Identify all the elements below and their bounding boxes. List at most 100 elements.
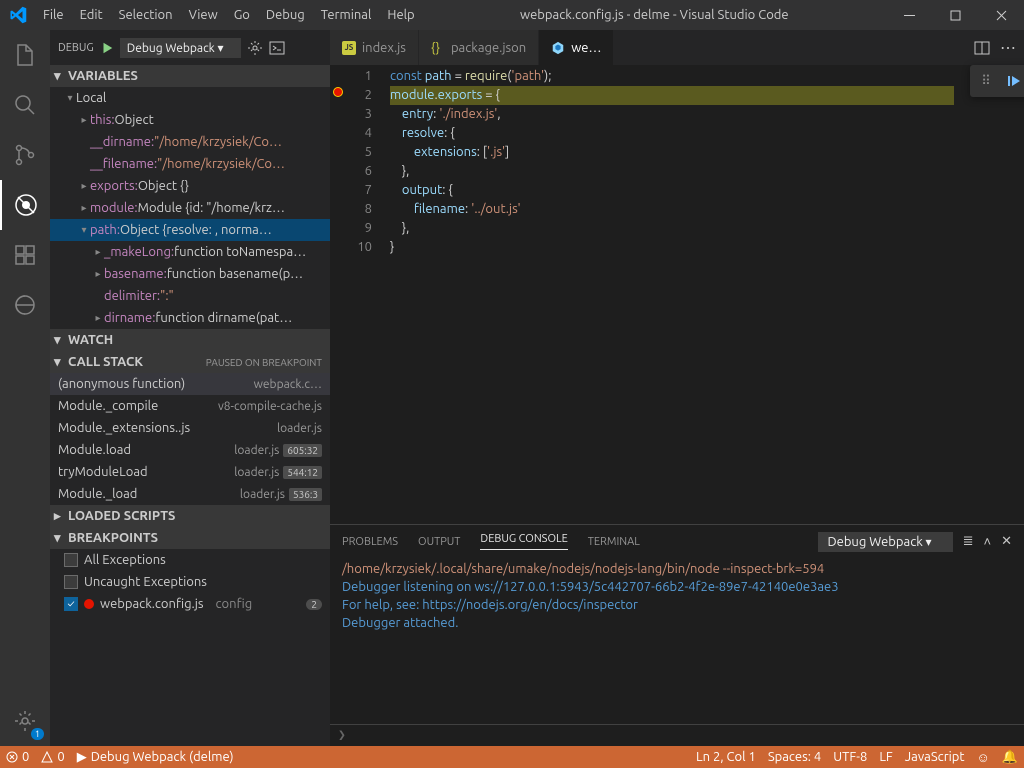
menu-view[interactable]: View (181, 0, 226, 30)
json-icon: {} (431, 41, 445, 55)
variable-row[interactable]: ▾path: Object {resolve: , norma… (50, 219, 330, 241)
start-debug-button[interactable] (100, 41, 114, 55)
drag-handle-icon[interactable]: ⠿ (973, 68, 999, 94)
status-encoding[interactable]: UTF-8 (827, 750, 873, 765)
status-bar: 0 0 ▶ Debug Webpack (delme) Ln 2, Col 1 … (0, 746, 1024, 768)
live-share-icon[interactable] (0, 280, 50, 330)
close-panel-icon[interactable]: ✕ (1001, 534, 1012, 549)
variable-row[interactable]: __filename: "/home/krzysiek/Co… (50, 153, 330, 175)
menu-debug[interactable]: Debug (258, 0, 313, 30)
callstack-header[interactable]: ▾CALL STACKPAUSED ON BREAKPOINT (50, 351, 330, 373)
debug-console-output[interactable]: /home/krzysiek/.local/share/umake/nodejs… (330, 558, 1024, 724)
menu-go[interactable]: Go (226, 0, 258, 30)
breakpoint-dot-icon (84, 599, 94, 609)
line-gutter: 1 2 3 4 5 6 7 8 9 10 (330, 65, 390, 524)
variable-row[interactable]: ▸basename: function basename(p… (50, 263, 330, 285)
variables-header[interactable]: ▾VARIABLES (50, 65, 330, 87)
webpack-icon (551, 41, 565, 55)
status-cursor[interactable]: Ln 2, Col 1 (690, 750, 762, 765)
status-warnings[interactable]: 0 (35, 750, 70, 764)
status-debug[interactable]: ▶ Debug Webpack (delme) (71, 750, 240, 765)
breakpoints-header[interactable]: ▾BREAKPOINTS (50, 527, 330, 549)
checkbox[interactable] (64, 575, 78, 589)
stack-frame[interactable]: Module._loadloader.js536:3 (50, 483, 330, 505)
extensions-icon[interactable] (0, 230, 50, 280)
debug-config-select[interactable]: Debug Webpack ▾ (120, 38, 241, 58)
explorer-icon[interactable] (0, 30, 50, 80)
status-spaces[interactable]: Spaces: 4 (762, 750, 827, 765)
collapse-panel-icon[interactable]: ˄ (984, 534, 992, 549)
tab-webpack-config[interactable]: we… (539, 30, 614, 65)
window-title: webpack.config.js - delme - Visual Studi… (423, 8, 886, 22)
tab-index-js[interactable]: JSindex.js (330, 30, 419, 65)
debug-toolbar[interactable]: ⠿ (970, 65, 1024, 97)
breakpoint-marker-icon[interactable] (333, 87, 343, 97)
notifications-icon[interactable]: 🔔 (996, 750, 1024, 765)
variable-row[interactable]: ▸exports: Object {} (50, 175, 330, 197)
menu-bar: File Edit Selection View Go Debug Termin… (35, 0, 423, 30)
code-content[interactable]: const path = require('path'); module.exp… (390, 65, 954, 524)
breakpoint-all-exceptions[interactable]: All Exceptions (50, 549, 330, 571)
variable-row[interactable]: delimiter: ":" (50, 285, 330, 307)
close-button[interactable] (978, 0, 1024, 30)
stack-frame[interactable]: (anonymous function)webpack.c… (50, 373, 330, 395)
checkbox[interactable] (64, 553, 78, 567)
menu-edit[interactable]: Edit (72, 0, 111, 30)
settings-gear-icon[interactable]: 1 (0, 696, 50, 746)
window-controls (886, 0, 1024, 30)
debug-icon[interactable] (0, 180, 50, 230)
tab-output[interactable]: OUTPUT (418, 536, 460, 548)
vscode-logo-icon (0, 6, 35, 24)
maximize-button[interactable] (932, 0, 978, 30)
tab-problems[interactable]: PROBLEMS (342, 536, 398, 548)
loaded-scripts-header[interactable]: ▸LOADED SCRIPTS (50, 505, 330, 527)
scope-local[interactable]: ▾Local (50, 87, 330, 109)
breakpoint-file[interactable]: ✓webpack.config.jsconfig2 (50, 593, 330, 615)
titlebar: File Edit Selection View Go Debug Termin… (0, 0, 1024, 30)
debug-console-icon[interactable] (269, 40, 285, 56)
menu-selection[interactable]: Selection (111, 0, 181, 30)
minimize-button[interactable] (886, 0, 932, 30)
watch-header[interactable]: ▾WATCH (50, 329, 330, 351)
breakpoint-uncaught[interactable]: Uncaught Exceptions (50, 571, 330, 593)
config-gear-icon[interactable] (247, 40, 263, 56)
variable-row[interactable]: __dirname: "/home/krzysiek/Co… (50, 131, 330, 153)
more-icon[interactable]: ⋯ (1000, 38, 1016, 57)
stack-frame[interactable]: Module._compilev8-compile-cache.js (50, 395, 330, 417)
clear-console-icon[interactable]: ≣ (963, 534, 974, 549)
checkbox[interactable]: ✓ (64, 597, 78, 611)
code-editor[interactable]: 1 2 3 4 5 6 7 8 9 10 const path = requir… (330, 65, 1024, 524)
minimap[interactable] (954, 65, 1024, 524)
debug-sidebar: DEBUG Debug Webpack ▾ ▾VARIABLES ▾Local … (50, 30, 330, 746)
settings-badge: 1 (31, 728, 44, 740)
variable-row[interactable]: ▸module: Module {id: "/home/krz… (50, 197, 330, 219)
search-icon[interactable] (0, 80, 50, 130)
bottom-panel: PROBLEMS OUTPUT DEBUG CONSOLE TERMINAL D… (330, 524, 1024, 746)
repl-input[interactable]: ❯ (330, 724, 1024, 746)
scm-icon[interactable] (0, 130, 50, 180)
stack-frame[interactable]: Module.loadloader.js605:32 (50, 439, 330, 461)
editor-tabs: JSindex.js {}package.json we… ⋯ (330, 30, 1024, 65)
split-editor-icon[interactable] (974, 40, 990, 56)
menu-help[interactable]: Help (379, 0, 422, 30)
feedback-icon[interactable]: ☺ (971, 750, 996, 765)
stack-frame[interactable]: Module._extensions..jsloader.js (50, 417, 330, 439)
variable-row[interactable]: ▸this: Object (50, 109, 330, 131)
variable-row[interactable]: ▸dirname: function dirname(pat… (50, 307, 330, 329)
debug-label: DEBUG (58, 42, 94, 54)
activity-bar: 1 (0, 30, 50, 746)
menu-terminal[interactable]: Terminal (313, 0, 380, 30)
status-language[interactable]: JavaScript (899, 750, 971, 765)
menu-file[interactable]: File (35, 0, 72, 30)
editor-area: JSindex.js {}package.json we… ⋯ ⠿ 1 2 3 (330, 30, 1024, 746)
js-icon: JS (342, 41, 356, 55)
tab-package-json[interactable]: {}package.json (419, 30, 539, 65)
continue-button[interactable] (1001, 68, 1024, 94)
stack-frame[interactable]: tryModuleLoadloader.js544:12 (50, 461, 330, 483)
status-eol[interactable]: LF (873, 750, 898, 765)
variable-row[interactable]: ▸_makeLong: function toNamespa… (50, 241, 330, 263)
status-errors[interactable]: 0 (0, 750, 35, 764)
tab-debug-console[interactable]: DEBUG CONSOLE (480, 533, 567, 550)
tab-terminal[interactable]: TERMINAL (588, 536, 640, 548)
panel-selector[interactable]: Debug Webpack ▾ (818, 532, 952, 552)
